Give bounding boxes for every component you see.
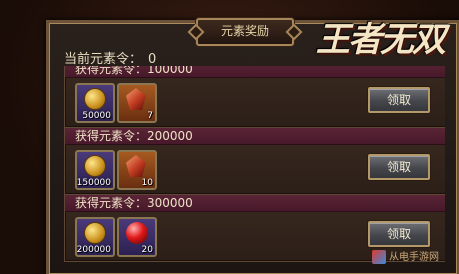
gold-coin-icon <box>84 222 106 244</box>
claim-button[interactable]: 领取 <box>368 221 430 247</box>
item-quantity: 200000 <box>76 245 111 255</box>
watermark-logo-icon <box>372 250 386 264</box>
item-quantity: 50000 <box>82 111 111 121</box>
claim-button[interactable]: 领取 <box>368 154 430 180</box>
logo-text: 王者无双 <box>316 20 446 60</box>
item-quantity: 10 <box>141 178 153 188</box>
item-quantity: 20 <box>141 245 153 255</box>
reward-row-header: 获得元素令：300000 <box>65 195 445 212</box>
reward-row: 获得元素令：200000 150000 10 领取 <box>64 127 445 195</box>
reward-item[interactable]: 7 <box>117 83 157 123</box>
reward-item[interactable]: 200000 <box>75 217 115 257</box>
claim-button[interactable]: 领取 <box>368 87 430 113</box>
current-value: 0 <box>148 52 157 67</box>
reward-row-header: 获得元素令：200000 <box>65 128 445 145</box>
reward-list[interactable]: 获得元素令：100000 50000 7 领取 获得元素令：200000 150… <box>64 66 445 271</box>
game-logo: 王者无双 <box>306 6 456 62</box>
item-quantity: 150000 <box>76 178 111 188</box>
reward-item[interactable]: 150000 <box>75 150 115 190</box>
current-element-tokens: 当前元素令： 0 <box>64 48 156 67</box>
item-quantity: 7 <box>147 111 153 121</box>
watermark: 从电手游网 <box>372 247 458 269</box>
reward-item[interactable]: 20 <box>117 217 157 257</box>
red-crystal-icon <box>126 155 146 177</box>
gold-coin-icon <box>84 88 106 110</box>
reward-item[interactable]: 50000 <box>75 83 115 123</box>
reward-row: 获得元素令：100000 50000 7 领取 <box>64 66 445 128</box>
reward-row-header: 获得元素令：100000 <box>65 66 445 78</box>
gold-coin-icon <box>84 155 106 177</box>
current-label: 当前元素令： <box>64 52 143 67</box>
red-crystal-icon <box>126 88 146 110</box>
panel-title: 元素奖励 <box>196 18 294 46</box>
watermark-text: 从电手游网 <box>389 252 439 263</box>
red-orb-icon <box>126 222 148 244</box>
reward-item[interactable]: 10 <box>117 150 157 190</box>
